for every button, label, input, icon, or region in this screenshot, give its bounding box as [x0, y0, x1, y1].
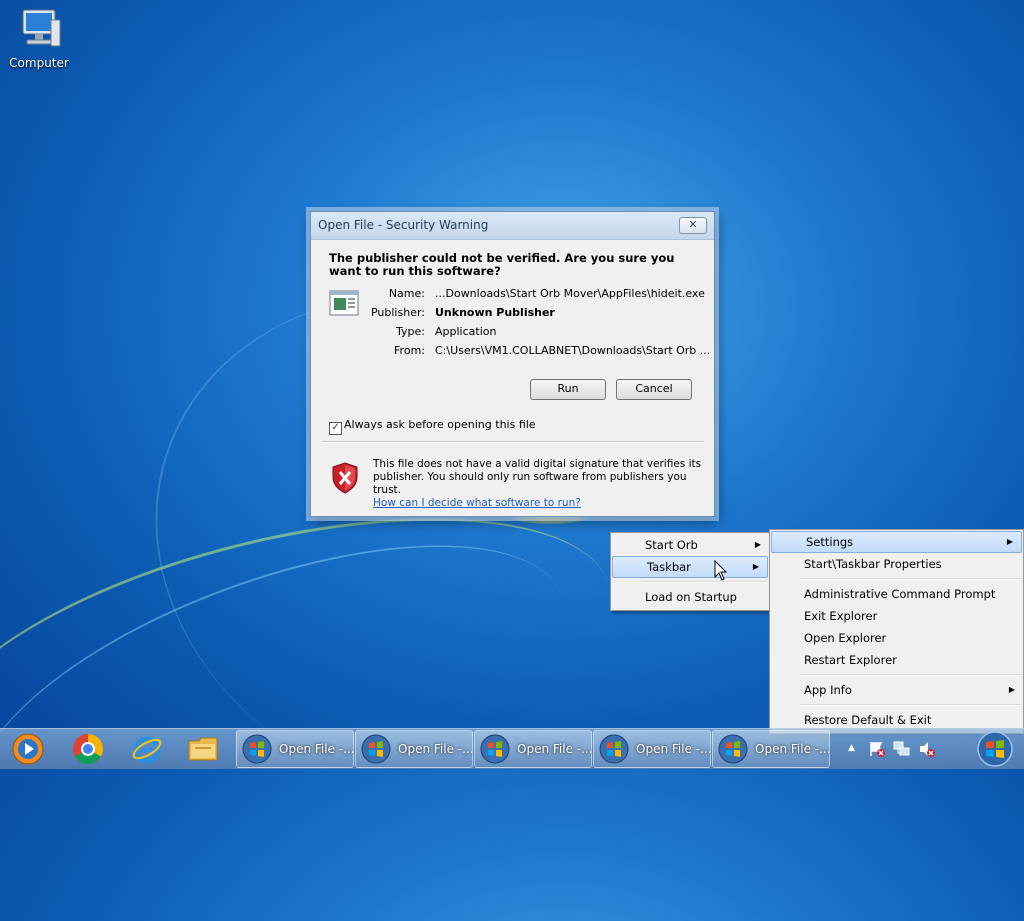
submenu-arrow-icon: ▶	[754, 540, 761, 549]
computer-icon	[22, 9, 61, 47]
always-ask-checkbox-row[interactable]: ✓ Always ask before opening this file	[329, 418, 536, 435]
menu-item-label: Restart Explorer	[804, 653, 897, 667]
context-menu-taskbar: Settings ▶ Start\Taskbar Properties Admi…	[769, 529, 1024, 734]
context-menu-main: Start Orb ▶ Taskbar ▶ Load on Startup	[610, 532, 770, 611]
task-button-open-file-3[interactable]: Open File -...	[474, 730, 593, 768]
menu-item-app-info[interactable]: App Info ▶	[770, 679, 1023, 701]
submenu-arrow-icon: ▶	[752, 562, 759, 571]
windows-orb-icon	[242, 734, 272, 764]
from-value: C:\Users\VM1.COLLABNET\Downloads\Start O…	[435, 344, 711, 357]
menu-item-open-explorer[interactable]: Open Explorer	[770, 627, 1023, 649]
always-ask-label: Always ask before opening this file	[344, 418, 536, 431]
publisher-label: Publisher:	[370, 306, 425, 319]
menu-item-label: Administrative Command Prompt	[804, 587, 996, 601]
media-player-icon	[12, 733, 44, 765]
close-button[interactable]: ✕	[679, 217, 707, 234]
menu-item-label: Exit Explorer	[804, 609, 878, 623]
windows-orb-icon	[480, 734, 510, 764]
always-ask-checkbox[interactable]: ✓	[329, 422, 342, 435]
task-button-open-file-4[interactable]: Open File -...	[593, 730, 712, 768]
chrome-icon	[72, 734, 104, 765]
menu-item-label: App Info	[804, 683, 852, 697]
menu-item-taskbar-properties[interactable]: Start\Taskbar Properties	[770, 553, 1023, 575]
warning-message: This file does not have a valid digital …	[373, 458, 703, 510]
name-value: ...Downloads\Start Orb Mover\AppFiles\hi…	[435, 287, 705, 300]
menu-separator	[800, 704, 1021, 706]
volume-muted-icon[interactable]	[918, 740, 936, 761]
menu-item-label: Start\Taskbar Properties	[804, 557, 942, 571]
task-label: Open File -...	[517, 742, 593, 756]
task-button-open-file-2[interactable]: Open File -...	[355, 730, 474, 768]
pinned-media-player[interactable]	[3, 731, 53, 767]
menu-item-label: Restore Default & Exit	[804, 713, 932, 727]
menu-item-exit-explorer[interactable]: Exit Explorer	[770, 605, 1023, 627]
start-button[interactable]	[974, 729, 1016, 769]
taskbar: Open File -... Open File -... Open File …	[0, 728, 1024, 769]
dialog-titlebar[interactable]: Open File - Security Warning ✕	[311, 212, 714, 240]
warning-text: This file does not have a valid digital …	[373, 458, 702, 496]
windows-orb-icon	[361, 734, 391, 764]
type-label: Type:	[396, 325, 425, 338]
run-button[interactable]: Run	[530, 379, 606, 400]
menu-item-load-on-startup[interactable]: Load on Startup	[611, 586, 769, 608]
task-button-open-file-5[interactable]: Open File -...	[712, 730, 831, 768]
menu-item-start-orb[interactable]: Start Orb ▶	[611, 534, 769, 556]
task-label: Open File -...	[279, 742, 355, 756]
name-label: Name:	[388, 287, 425, 300]
submenu-arrow-icon: ▶	[1006, 537, 1013, 546]
menu-item-label: Taskbar	[647, 560, 691, 574]
task-button-open-file-1[interactable]: Open File -...	[236, 730, 355, 768]
task-label: Open File -...	[636, 742, 712, 756]
menu-item-label: Start Orb	[645, 538, 698, 552]
publisher-value: Unknown Publisher	[435, 306, 555, 319]
type-value: Application	[435, 325, 497, 338]
menu-item-label: Load on Startup	[645, 590, 737, 604]
task-label: Open File -...	[755, 742, 831, 756]
dialog-divider	[321, 441, 704, 443]
help-link[interactable]: How can I decide what software to run?	[373, 497, 581, 509]
menu-separator	[800, 578, 1021, 580]
menu-item-restart-explorer[interactable]: Restart Explorer	[770, 649, 1023, 671]
dialog-title: Open File - Security Warning	[318, 218, 489, 232]
menu-item-admin-prompt[interactable]: Administrative Command Prompt	[770, 583, 1023, 605]
submenu-arrow-icon: ▶	[1008, 685, 1015, 694]
windows-orb-icon	[599, 734, 629, 764]
shield-error-icon	[331, 462, 359, 497]
tray-expand-icon[interactable]: ▲	[848, 743, 855, 753]
pinned-internet-explorer[interactable]	[122, 731, 172, 767]
desktop-icon-computer[interactable]: Computer	[6, 8, 72, 70]
menu-separator	[641, 581, 767, 583]
menu-item-label: Settings	[806, 535, 854, 549]
menu-item-taskbar[interactable]: Taskbar ▶	[612, 556, 768, 578]
internet-explorer-icon	[132, 736, 162, 764]
dialog-heading: The publisher could not be verified. Are…	[329, 251, 675, 278]
task-label: Open File -...	[398, 742, 474, 756]
pinned-chrome[interactable]	[63, 731, 113, 767]
menu-separator	[800, 674, 1021, 676]
windows-orb-icon	[718, 734, 748, 764]
cancel-button[interactable]: Cancel	[616, 379, 692, 400]
file-explorer-icon	[188, 737, 218, 761]
menu-item-label: Open Explorer	[804, 631, 887, 645]
desktop-icon-label: Computer	[9, 56, 69, 70]
windows-start-orb-icon	[977, 731, 1013, 767]
mouse-cursor-icon	[714, 559, 728, 585]
from-label: From:	[394, 344, 425, 357]
security-warning-dialog: Open File - Security Warning ✕ The publi…	[310, 211, 715, 517]
action-center-icon[interactable]	[868, 740, 886, 761]
network-icon[interactable]	[893, 740, 911, 761]
close-icon: ✕	[688, 218, 698, 231]
pinned-file-explorer[interactable]	[178, 731, 228, 767]
menu-item-settings[interactable]: Settings ▶	[771, 531, 1022, 553]
